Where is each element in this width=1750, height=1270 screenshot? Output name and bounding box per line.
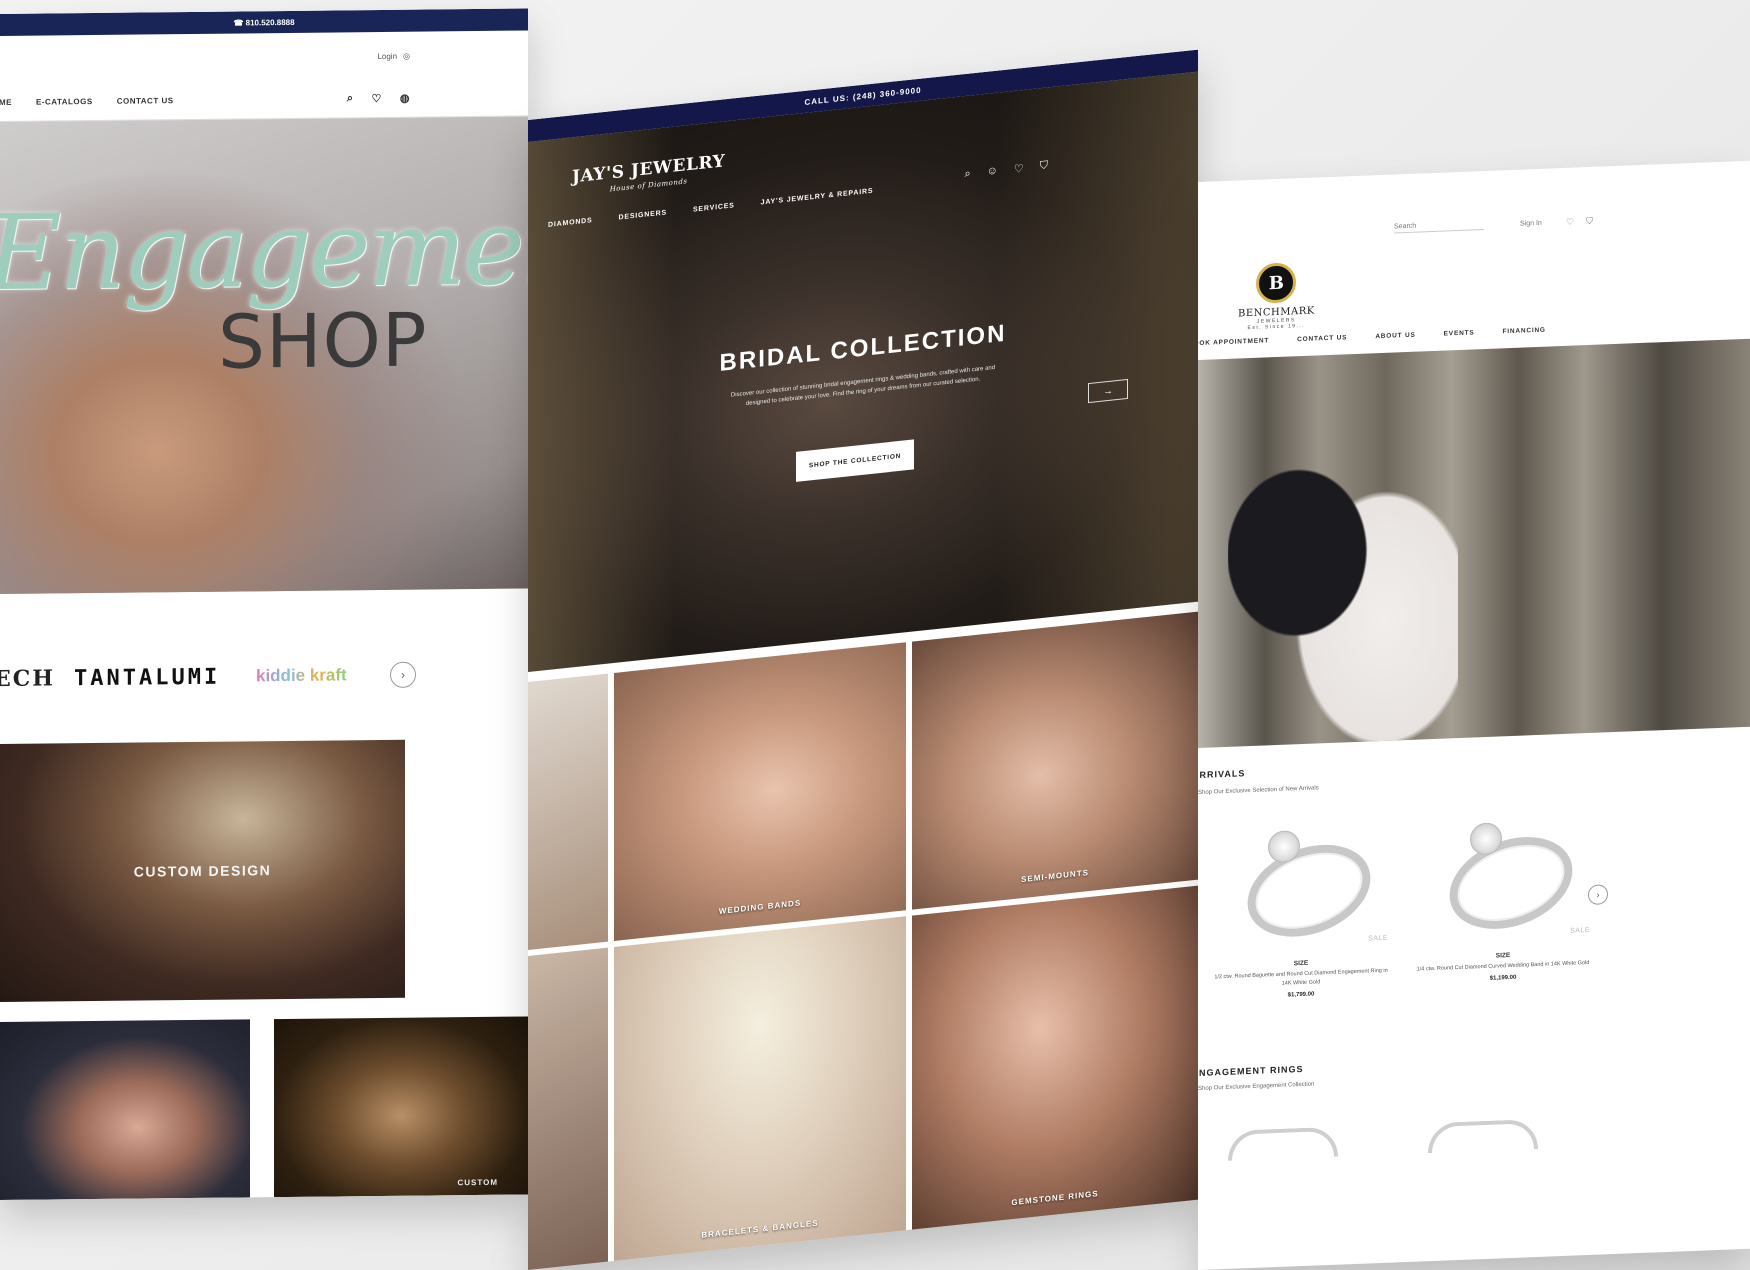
ring-image (1226, 815, 1376, 941)
sign-in-link[interactable]: Sign In (1520, 219, 1542, 227)
site-mockup-right: Search Sign In ♡ ⛉ B BENCHMARK JEWELERS … (1198, 160, 1750, 1270)
cart-icon[interactable]: ◍ (400, 92, 410, 105)
tile-caption: BRACELETS & BANGLES (701, 1218, 819, 1240)
custom-design-label: CUSTOM DESIGN (133, 862, 272, 880)
tile-caption: GEMSTONE RINGS (1011, 1189, 1099, 1208)
site-mockup-left: ☎ 810.520.8888 Login ◎ HOME E-CATALOGS C… (0, 8, 528, 1201)
section-title: ENGAGEMENT RINGS (1198, 1063, 1304, 1079)
nav-contact[interactable]: CONTACT US (117, 96, 174, 106)
wedding-couple-hero[interactable] (1198, 338, 1750, 748)
product-title[interactable]: 1/2 ctw. Round Baguette and Round Cut Di… (1206, 966, 1396, 991)
category-tile[interactable] (528, 673, 608, 950)
custom-design-tile[interactable]: CUSTOM DESIGN (0, 739, 405, 1002)
necklace-tile[interactable] (0, 1019, 250, 1200)
cart-icon[interactable]: ⛉ (1040, 159, 1048, 173)
carousel-next-icon[interactable]: › (390, 661, 416, 688)
section-subtitle: Shop Our Exclusive Selection of New Arri… (1198, 785, 1319, 796)
logo-badge: B (1256, 262, 1297, 304)
category-tile-bracelets[interactable]: BRACELETS & BANGLES (614, 916, 906, 1263)
nav-contact[interactable]: CONTACT US (1297, 334, 1347, 343)
search-icon[interactable]: ⌕ (347, 92, 354, 105)
phone-number[interactable]: ☎ 810.520.8888 (233, 17, 294, 27)
ring-tile[interactable]: CUSTOM (274, 1016, 528, 1198)
bridal-hero: JAY'S JEWELRY House of Diamonds DIAMONDS… (528, 71, 1198, 673)
tile-caption: CUSTOM (457, 1177, 498, 1188)
category-tile-gemstone-rings[interactable]: GEMSTONE RINGS (912, 885, 1198, 1232)
nav-icons: ⌕ ♡ ◍ (347, 92, 410, 106)
nav-events[interactable]: EVENTS (1444, 329, 1475, 337)
product-card[interactable]: SALE SIZE 1/2 ctw. Round Baguette and Ro… (1206, 814, 1396, 1001)
nav-book-appointment[interactable]: BOOK APPOINTMENT (1198, 337, 1269, 347)
section-title: ARRIVALS (1198, 768, 1246, 781)
sale-badge: SALE (1570, 926, 1590, 935)
category-tile-semi-mounts[interactable]: SEMI-MOUNTS (912, 611, 1198, 910)
search-icon[interactable]: ⌕ (964, 167, 970, 181)
utility-bar: Search Sign In ♡ ⛉ (1198, 199, 1750, 252)
engagement-hero[interactable]: Engagement SHOP (0, 116, 528, 595)
user-icon[interactable]: ◎ (403, 51, 410, 60)
cart-icon[interactable]: ⛉ (1586, 215, 1593, 226)
brand-logo[interactable]: kiddie kraft (256, 665, 347, 686)
brand-logo-strip: ECH TANTALUMI kiddie kraft › (0, 638, 528, 714)
sale-badge: SALE (1368, 934, 1388, 943)
heart-icon[interactable]: ♡ (1014, 162, 1024, 176)
product-card[interactable]: SALE SIZE 1/4 ctw. Round Cut Diamond Cur… (1408, 807, 1598, 985)
nav-home[interactable]: HOME (0, 98, 12, 107)
hero-script-title: Engagement (0, 185, 528, 315)
hero-shop-word: SHOP (218, 297, 428, 386)
ring-image[interactable] (1228, 1126, 1338, 1161)
category-tile[interactable] (528, 947, 608, 1270)
user-icon[interactable]: ☺ (987, 165, 998, 179)
slide-next-icon[interactable]: → (1088, 378, 1128, 404)
nav-ecatalogs[interactable]: E-CATALOGS (36, 97, 93, 107)
benchmark-logo[interactable]: B BENCHMARK JEWELERS Est. Since 19... (1238, 262, 1315, 332)
nav-about[interactable]: ABOUT US (1375, 332, 1415, 341)
carousel-next-icon[interactable]: › (1588, 884, 1608, 906)
search-input[interactable]: Search (1394, 220, 1484, 234)
section-subtitle: Shop Our Exclusive Engagement Collection (1198, 1081, 1315, 1092)
utility-icons: ♡ ⛉ (1566, 215, 1593, 227)
category-grid: WEDDING BANDS SEMI-MOUNTS BRACELETS & BA… (528, 611, 1198, 1270)
brand-logo[interactable]: ECH (0, 665, 55, 692)
site-mockup-middle: CALL US: (248) 360-9000 JAY'S JEWELRY Ho… (528, 49, 1198, 1270)
main-nav: HOME E-CATALOGS CONTACT US ⌕ ♡ ◍ (0, 78, 528, 122)
nav-financing[interactable]: FINANCING (1502, 327, 1545, 336)
site-header: Login ◎ (0, 30, 528, 84)
ring-preview-row (1228, 1106, 1608, 1161)
login-link[interactable]: Login (377, 51, 397, 60)
heart-icon[interactable]: ♡ (1566, 216, 1574, 227)
ring-image[interactable] (1428, 1118, 1538, 1154)
brand-logo[interactable]: TANTALUMI (74, 664, 220, 691)
ring-image (1428, 807, 1578, 933)
heart-icon[interactable]: ♡ (372, 92, 382, 105)
category-tile-wedding-bands[interactable]: WEDDING BANDS (614, 642, 906, 941)
couple-figure (1228, 390, 1458, 747)
